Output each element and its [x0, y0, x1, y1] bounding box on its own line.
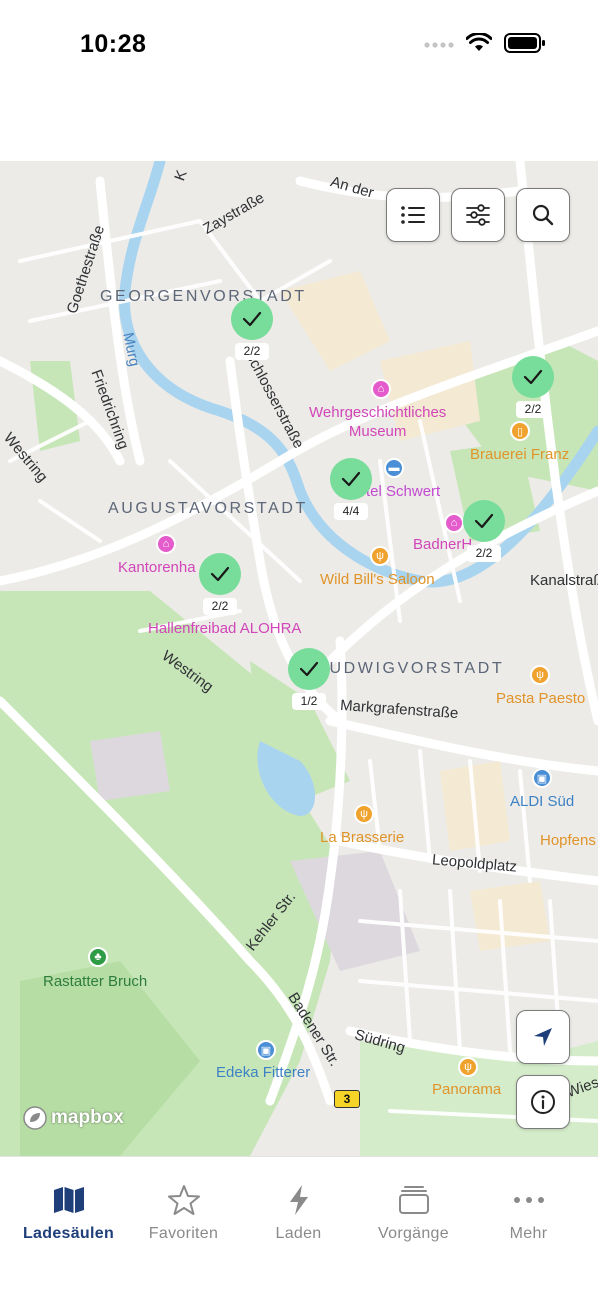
charging-station-marker[interactable] [463, 500, 505, 542]
star-icon [167, 1185, 200, 1215]
tab-bar: Ladesäulen Favoriten Laden Vorgänge Mehr [0, 1156, 598, 1300]
info-icon [531, 1090, 555, 1114]
shopping-cart-icon: ▣ [256, 1040, 276, 1060]
checkmark-icon [474, 513, 494, 529]
map-icon [53, 1187, 84, 1213]
restaurant-icon: ψ [530, 665, 550, 685]
tab-ladesaeulen[interactable]: Ladesäulen [11, 1183, 126, 1243]
status-icons [424, 31, 546, 58]
poi-label-hopfens: Hopfens [540, 832, 596, 849]
tab-label: Ladesäulen [22, 1225, 115, 1242]
marker-availability-count: 4/4 [334, 503, 368, 520]
restaurant-icon: ψ [354, 804, 374, 824]
mapbox-icon [23, 1106, 47, 1130]
location-arrow-icon [534, 1028, 552, 1046]
mapbox-logo[interactable]: mapbox [22, 1105, 124, 1131]
restaurant-icon: ψ [458, 1057, 478, 1077]
marker-availability-count: 2/2 [467, 545, 501, 562]
poi-label-edeka: Edeka Fitterer [216, 1064, 311, 1081]
battery-icon [504, 32, 546, 58]
marker-availability-count: 2/2 [516, 401, 550, 418]
charging-station-marker[interactable] [330, 458, 372, 500]
building-icon: ⌂ [156, 534, 176, 554]
museum-icon: ⌂ [371, 379, 391, 399]
tab-laden[interactable]: Laden [241, 1183, 356, 1243]
status-time: 10:28 [80, 30, 147, 58]
mapbox-wordmark: mapbox [51, 1107, 124, 1128]
tab-label: Favoriten [148, 1225, 219, 1242]
poi-label-badner: BadnerH [413, 536, 473, 553]
checkmark-icon [242, 311, 262, 327]
checkmark-icon [299, 661, 319, 677]
list-icon [401, 206, 425, 224]
charging-station-marker[interactable] [288, 648, 330, 690]
poi-label-brasserie: La Brasserie [320, 829, 405, 846]
charging-station-marker[interactable] [231, 298, 273, 340]
list-view-button[interactable] [386, 188, 440, 242]
poi-label-museum-line2: Museum [348, 423, 407, 440]
sliders-icon [466, 204, 490, 226]
poi-label-wild-bills: Wild Bill's Saloon [320, 571, 435, 588]
tab-mehr[interactable]: Mehr [471, 1183, 586, 1243]
wifi-icon [465, 31, 493, 58]
map-view[interactable]: GEORGENVORSTADT AUGUSTAVORSTADT LUDWIGVO… [0, 161, 598, 1156]
search-icon [532, 204, 554, 226]
tab-vorgaenge[interactable]: Vorgänge [356, 1183, 471, 1243]
shopping-cart-icon: ▣ [532, 768, 552, 788]
poi-label-museum-line1: Wehrgeschichtliches [309, 404, 447, 421]
checkmark-icon [210, 566, 230, 582]
charging-station-marker[interactable] [199, 553, 241, 595]
district-label-ludwigvorstadt: LUDWIGVORSTADT [318, 660, 505, 677]
checkmark-icon [523, 369, 543, 385]
poi-label-hallenfreibad: Hallenfreibad ALOHRA [148, 620, 302, 637]
poi-label-rastatter-bruch: Rastatter Bruch [43, 973, 148, 990]
tab-label: Mehr [509, 1225, 548, 1242]
tab-label: Vorgänge [378, 1225, 449, 1242]
signal-icon [424, 36, 454, 54]
charging-station-marker[interactable] [512, 356, 554, 398]
checkmark-icon [341, 471, 361, 487]
street-label-kanalstrasse: Kanalstraß [530, 572, 598, 589]
bolt-icon [289, 1185, 308, 1215]
poi-label-panorama: Panorama [432, 1081, 502, 1098]
poi-label-aldi: ALDI Süd [510, 793, 575, 810]
route-shield: 3 [334, 1090, 360, 1108]
beer-icon: ▯ [510, 421, 530, 441]
stack-icon [398, 1186, 429, 1214]
poi-label-museum: Wehrgeschichtliches Museum [309, 404, 446, 440]
status-bar: 10:28 [0, 0, 598, 90]
tree-icon: ♣ [88, 947, 108, 967]
hotel-icon: ▬ [384, 458, 404, 478]
info-button[interactable] [516, 1075, 570, 1129]
filter-button[interactable] [451, 188, 505, 242]
poi-label-pasta: Pasta Paesto [496, 690, 586, 707]
tab-favoriten[interactable]: Favoriten [126, 1183, 241, 1243]
poi-label-brauerei: Brauerei Franz [470, 446, 570, 463]
marker-availability-count: 1/2 [292, 693, 326, 710]
district-label-augustavorstadt: AUGUSTAVORSTADT [108, 500, 308, 517]
marker-availability-count: 2/2 [235, 343, 269, 360]
poi-label-hotel: tel Schwert [366, 483, 441, 500]
poi-label-kantorenhaus: Kantorenha [118, 559, 196, 576]
restaurant-icon: ψ [370, 546, 390, 566]
locate-me-button[interactable] [516, 1010, 570, 1064]
search-button[interactable] [516, 188, 570, 242]
marker-availability-count: 2/2 [203, 598, 237, 615]
more-icon [513, 1197, 544, 1203]
tab-label: Laden [275, 1225, 322, 1242]
district-label-georgenvorstadt: GEORGENVORSTADT [100, 288, 307, 305]
theater-icon: ⌂ [444, 513, 464, 533]
